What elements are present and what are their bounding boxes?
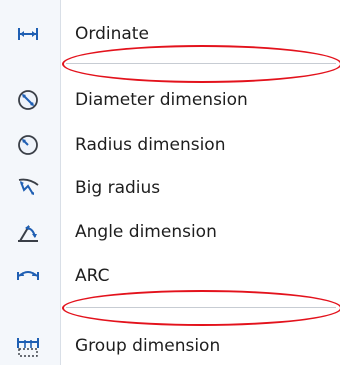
menu-item-label: Big radius	[75, 178, 161, 198]
menu-item-label: Radius dimension	[75, 135, 226, 155]
menu-item-label: Ordinate	[75, 24, 149, 44]
arc-dimension-icon	[16, 264, 40, 288]
menu-item-radius-dimension[interactable]: Radius dimension	[0, 125, 340, 165]
dimension-context-menu: Ordinate Diameter dimension Radius dimen…	[0, 0, 340, 365]
group-dimension-icon	[16, 334, 40, 358]
menu-item-diameter-dimension[interactable]: Diameter dimension	[0, 80, 340, 120]
radius-dimension-icon	[16, 133, 40, 157]
menu-item-label: Diameter dimension	[75, 90, 248, 110]
menu-item-group-dimension[interactable]: Group dimension	[0, 326, 340, 365]
big-radius-icon	[16, 176, 40, 200]
menu-item-angle-dimension[interactable]: Angle dimension	[0, 212, 340, 252]
menu-item-big-radius[interactable]: Big radius	[0, 168, 340, 208]
menu-item-label: ARC	[75, 266, 110, 286]
ordinate-dimension-icon	[16, 22, 40, 46]
diameter-dimension-icon	[16, 88, 40, 112]
menu-item-label: Angle dimension	[75, 222, 217, 242]
red-highlight-ellipse	[62, 290, 340, 326]
angle-dimension-icon	[16, 220, 40, 244]
menu-item-label: Group dimension	[75, 336, 221, 356]
red-highlight-ellipse	[62, 45, 340, 83]
